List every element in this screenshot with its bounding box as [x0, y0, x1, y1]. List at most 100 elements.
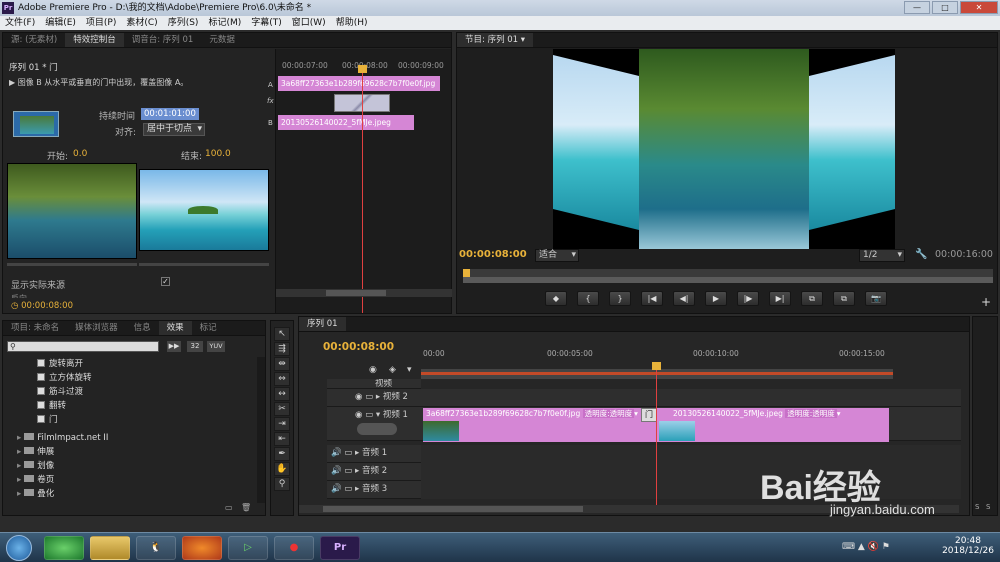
clock[interactable]: 20:48 2018/12/26	[940, 536, 996, 556]
speaker-icon[interactable]: 🔊	[331, 448, 342, 458]
explorer-icon[interactable]	[90, 536, 130, 560]
tab-info[interactable]: 信息	[126, 321, 159, 335]
mini-playhead[interactable]	[362, 67, 363, 313]
tab-effect-controls[interactable]: 特效控制台	[65, 33, 124, 47]
menu-clip[interactable]: 素材(C)	[121, 16, 162, 30]
expand-arrow-icon[interactable]: ▸	[355, 484, 359, 494]
keyframe-toggle[interactable]	[357, 423, 397, 435]
step-forward-button[interactable]: |▶	[737, 291, 759, 306]
eye-icon[interactable]: ◉	[355, 392, 362, 402]
rolling-edit-tool-icon[interactable]: ⇔	[274, 372, 290, 386]
tab-program[interactable]: 节目: 序列 01 ▾	[457, 33, 534, 47]
tab-source[interactable]: 源: (无素材)	[3, 33, 65, 47]
menu-marker[interactable]: 标记(M)	[203, 16, 246, 30]
yuv-badge[interactable]: YUV	[207, 341, 225, 352]
timeline-clip-1[interactable]: 3a68ff27363e1b289f69628c7b7f0e0f.jpg 透明度…	[423, 408, 659, 442]
razor-tool-icon[interactable]: ✂	[274, 402, 290, 416]
program-current-time[interactable]: 00:00:08:00	[459, 249, 527, 260]
list-item[interactable]: 旋转离开	[37, 357, 257, 371]
slide-tool-icon[interactable]: ⇤	[274, 432, 290, 446]
new-bin-icon[interactable]: ▭	[225, 503, 233, 512]
lock-icon[interactable]: ▭	[365, 410, 373, 420]
track-select-tool-icon[interactable]: ⇶	[274, 342, 290, 356]
collapse-arrow-icon[interactable]: ▾	[376, 410, 380, 420]
go-to-out-button[interactable]: ▶|	[769, 291, 791, 306]
track-header-video2[interactable]: ◉ ▭ ▸ 视频 2	[327, 389, 421, 407]
track-header-audio2[interactable]: 🔊 ▭ ▸ 音频 2	[327, 463, 421, 481]
solo-left-button[interactable]: S	[975, 503, 979, 511]
list-item[interactable]: 门	[37, 413, 257, 427]
program-scrubber[interactable]	[463, 269, 993, 283]
tab-media-browser[interactable]: 媒体浏览器	[67, 321, 126, 335]
show-source-checkbox[interactable]: ✓	[161, 277, 170, 286]
pen-tool-icon[interactable]: ✒	[274, 447, 290, 461]
video2-lane[interactable]	[421, 389, 961, 407]
folder-item[interactable]: ▸ 划像	[17, 459, 257, 473]
effects-search-input[interactable]: ⚲	[7, 341, 159, 352]
add-marker-button[interactable]: ◆	[545, 291, 567, 306]
menu-sequence[interactable]: 序列(S)	[163, 16, 204, 30]
lift-button[interactable]: ⧉	[801, 291, 823, 306]
tab-audio-mixer[interactable]: 调音台: 序列 01	[124, 33, 202, 47]
premiere-icon[interactable]: Pr	[320, 536, 360, 560]
list-item[interactable]: 立方体旋转	[37, 371, 257, 385]
timeline-clip-2[interactable]: 20130526140022_5fMJe.jpeg 透明度:透明度 ▾	[659, 408, 889, 442]
expand-arrow-icon[interactable]: ▸	[355, 448, 359, 458]
play-transition-icon[interactable]: ▶	[9, 78, 18, 87]
add-button-icon[interactable]: +	[981, 295, 991, 309]
lock-icon[interactable]: ▭	[344, 484, 352, 494]
align-dropdown[interactable]: 居中于切点 ▾	[143, 123, 205, 136]
snap-icon[interactable]: ◉	[369, 365, 377, 375]
timeline-playhead-handle[interactable]	[652, 362, 661, 370]
tab-project[interactable]: 项目: 未命名	[3, 321, 67, 335]
timeline-playhead[interactable]	[656, 365, 657, 505]
timeline-current-time[interactable]: 00:00:08:00	[323, 341, 394, 353]
folder-item[interactable]: ▸ 伸展	[17, 445, 257, 459]
zoom-tool-icon[interactable]: ⚲	[274, 477, 290, 491]
effects-scrollbar[interactable]	[257, 357, 265, 503]
mini-playhead-handle[interactable]	[358, 65, 367, 73]
fit-dropdown[interactable]: 适合 ▾	[535, 249, 579, 262]
folder-item[interactable]: ▸ FilmImpact.net II	[17, 431, 257, 445]
maximize-button[interactable]: □	[932, 1, 958, 14]
lock-icon[interactable]: ▭	[344, 466, 352, 476]
marker-icon[interactable]: ◈	[389, 365, 396, 375]
rate-stretch-tool-icon[interactable]: ↔	[274, 387, 290, 401]
start-slider[interactable]	[7, 263, 137, 266]
play-button[interactable]: ▶	[705, 291, 727, 306]
folder-item[interactable]: ▸ 叠化	[17, 487, 257, 501]
lock-icon[interactable]: ▭	[344, 448, 352, 458]
track-header-audio3[interactable]: 🔊 ▭ ▸ 音频 3	[327, 481, 421, 499]
tray-icons[interactable]: ⌨ ▲ 🔇 ⚑	[842, 542, 890, 552]
hand-tool-icon[interactable]: ✋	[274, 462, 290, 476]
solo-right-button[interactable]: S	[986, 503, 990, 511]
menu-title[interactable]: 字幕(T)	[246, 16, 287, 30]
minimize-button[interactable]: —	[904, 1, 930, 14]
start-orb[interactable]	[6, 535, 32, 561]
mini-scrollbar[interactable]	[276, 289, 452, 297]
end-value[interactable]: 100.0	[205, 149, 231, 159]
effect-current-time[interactable]: ◷ 00:00:08:00	[11, 301, 73, 311]
door-transition-marker[interactable]: 门	[641, 408, 657, 422]
firefox-icon[interactable]	[182, 536, 222, 560]
menu-file[interactable]: 文件(F)	[0, 16, 40, 30]
tab-metadata[interactable]: 元数据	[201, 33, 243, 47]
list-item[interactable]: 翻转	[37, 399, 257, 413]
slip-tool-icon[interactable]: ⇥	[274, 417, 290, 431]
go-to-in-button[interactable]: |◀	[641, 291, 663, 306]
32bit-badge[interactable]: 32	[187, 341, 203, 352]
selection-tool-icon[interactable]: ↖	[274, 327, 290, 341]
start-value[interactable]: 0.0	[73, 149, 87, 159]
expand-arrow-icon[interactable]: ▸	[376, 392, 380, 402]
settings-wrench-icon[interactable]: 🔧	[915, 249, 927, 260]
tab-markers[interactable]: 标记	[192, 321, 225, 335]
mini-clip-a[interactable]: 3a68ff27363e1b289f69628c7b7f0e0f.jpg	[278, 76, 440, 91]
speaker-icon[interactable]: 🔊	[331, 466, 342, 476]
accelerated-effects-icon[interactable]: ▶▶	[167, 341, 181, 352]
end-slider[interactable]	[139, 263, 269, 266]
track-header-audio1[interactable]: 🔊 ▭ ▸ 音频 1	[327, 445, 421, 463]
mini-clip-b[interactable]: 20130526140022_5fMJe.jpeg	[278, 115, 414, 130]
menu-window[interactable]: 窗口(W)	[287, 16, 331, 30]
track-header-video1[interactable]: ◉ ▭ ▾ 视频 1	[327, 407, 421, 441]
list-item[interactable]: 筋斗过渡	[37, 385, 257, 399]
